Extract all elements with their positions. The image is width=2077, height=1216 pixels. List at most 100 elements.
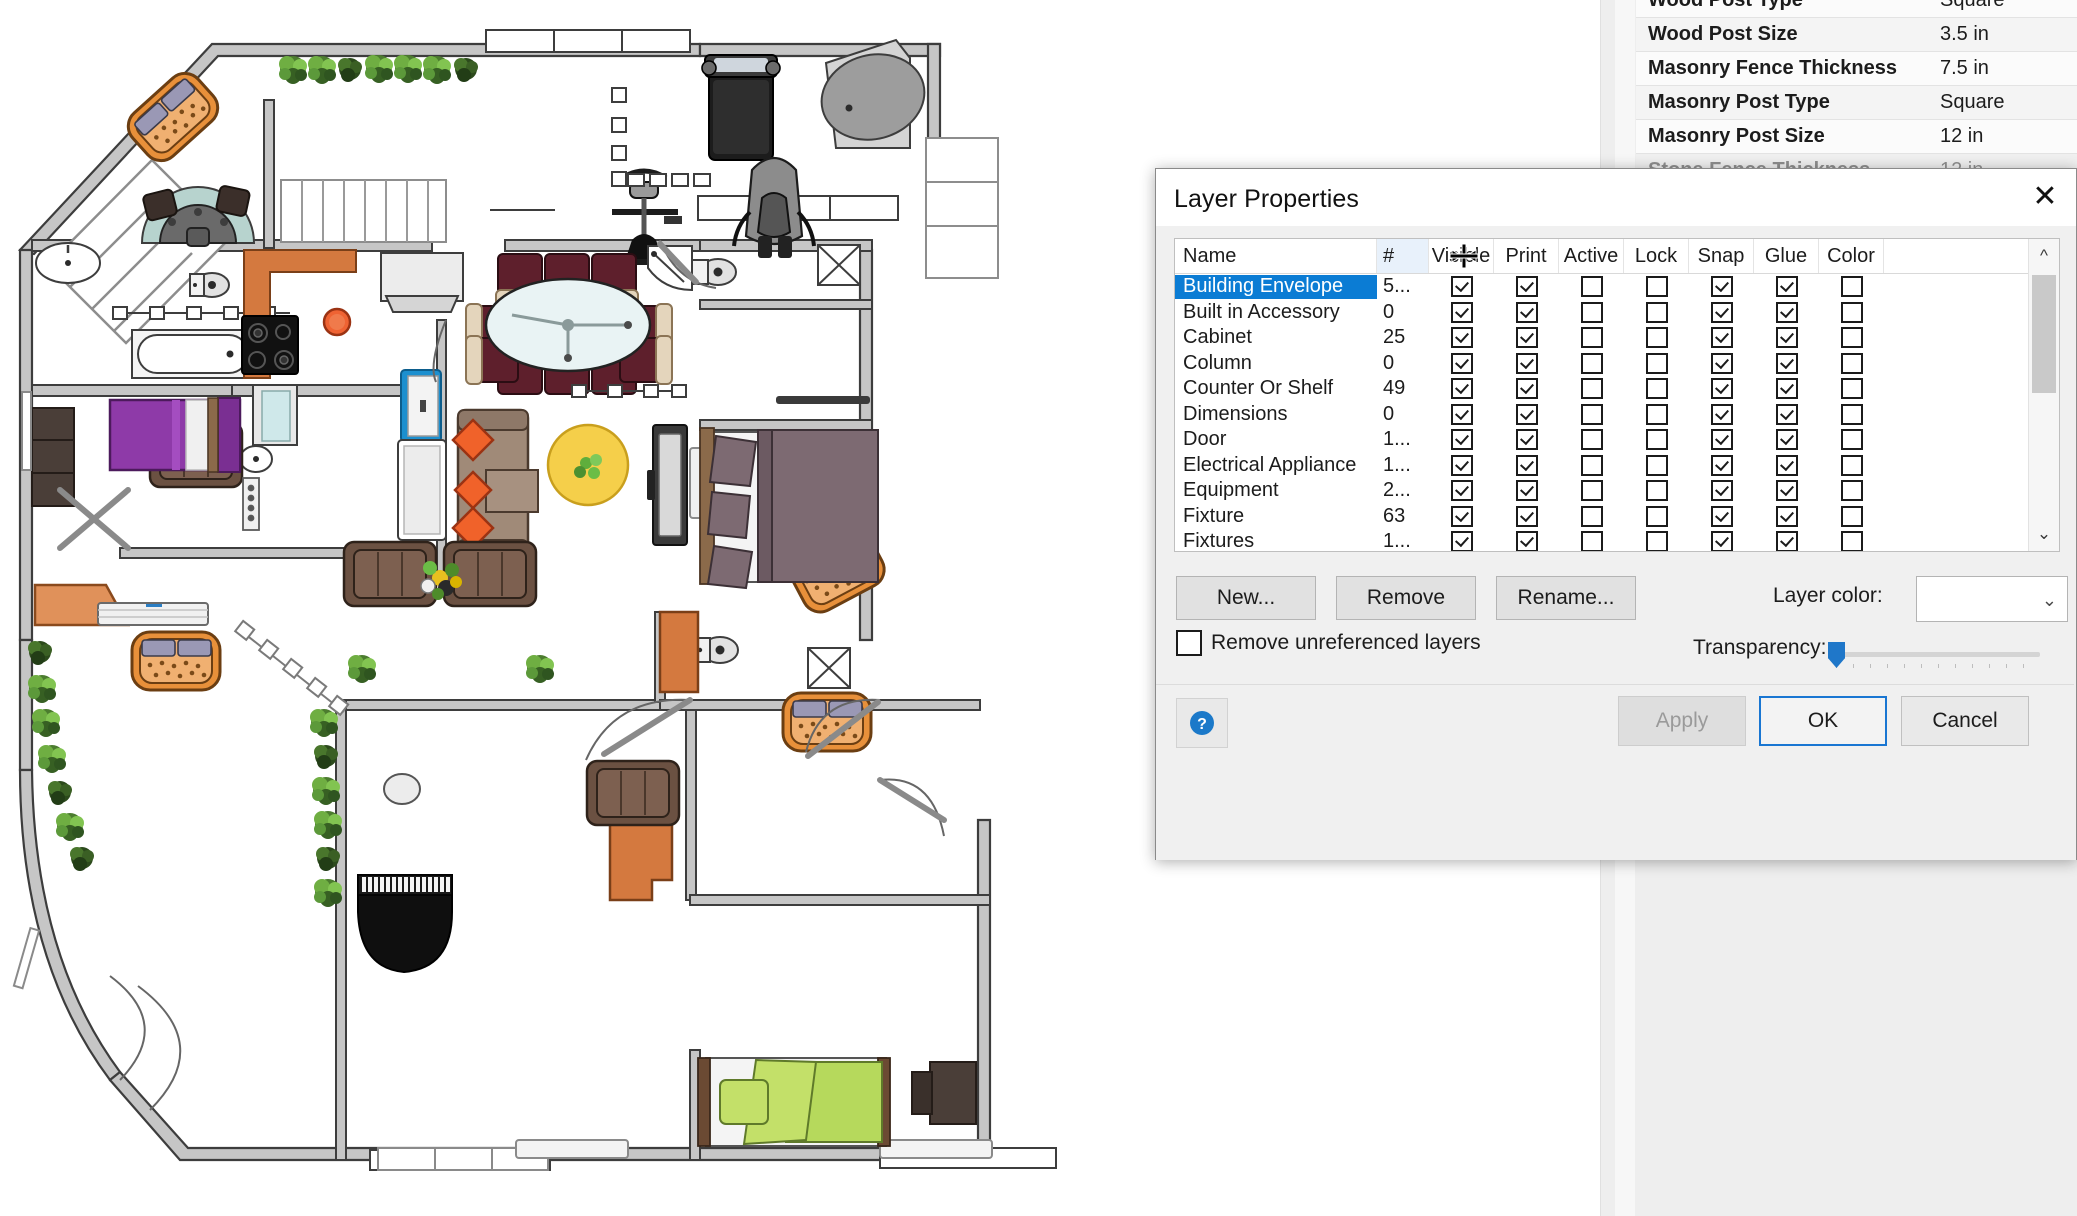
layer-color-cell[interactable] (1819, 531, 1884, 551)
ok-button[interactable]: OK (1759, 696, 1887, 746)
checkbox-snap[interactable] (1710, 429, 1733, 451)
checkbox-glue[interactable] (1775, 301, 1798, 323)
chevron-down-icon[interactable]: ⌄ (2029, 517, 2059, 551)
checkbox-color[interactable] (1840, 378, 1863, 400)
layer-lock-cell[interactable] (1624, 378, 1689, 400)
checkbox-active[interactable] (1580, 505, 1603, 527)
checkbox-snap[interactable] (1710, 531, 1733, 551)
checkbox-visible[interactable] (1450, 429, 1473, 451)
layer-visible-cell[interactable] (1429, 403, 1494, 425)
layer-color-cell[interactable] (1819, 454, 1884, 476)
layer-visible-cell[interactable] (1429, 301, 1494, 323)
help-icon[interactable]: ? (1176, 698, 1228, 748)
checkbox-lock[interactable] (1645, 276, 1668, 298)
layer-lock-cell[interactable] (1624, 531, 1689, 551)
layer-lock-cell[interactable] (1624, 454, 1689, 476)
layer-print-cell[interactable] (1494, 327, 1559, 349)
checkbox-color[interactable] (1840, 301, 1863, 323)
table-row[interactable]: Fixture 63 (1175, 504, 2059, 530)
transparency-slider[interactable] (1828, 642, 2040, 670)
column-header-snap[interactable]: Snap (1689, 239, 1754, 273)
checkbox-print[interactable] (1515, 505, 1538, 527)
checkbox-active[interactable] (1580, 352, 1603, 374)
layer-print-cell[interactable] (1494, 505, 1559, 527)
checkbox-lock[interactable] (1645, 301, 1668, 323)
table-row[interactable]: Counter Or Shelf 49 (1175, 376, 2059, 402)
layer-active-cell[interactable] (1559, 480, 1624, 502)
checkbox-active[interactable] (1580, 429, 1603, 451)
checkbox-snap[interactable] (1710, 301, 1733, 323)
cancel-button[interactable]: Cancel (1901, 696, 2029, 746)
checkbox-snap[interactable] (1710, 276, 1733, 298)
column-header-color[interactable]: Color (1819, 239, 1884, 273)
checkbox-glue[interactable] (1775, 531, 1798, 551)
layer-lock-cell[interactable] (1624, 301, 1689, 323)
layer-glue-cell[interactable] (1754, 276, 1819, 298)
layer-visible-cell[interactable] (1429, 454, 1494, 476)
checkbox-active[interactable] (1580, 327, 1603, 349)
checkbox-glue[interactable] (1775, 378, 1798, 400)
checkbox-active[interactable] (1580, 301, 1603, 323)
layer-visible-cell[interactable] (1429, 276, 1494, 298)
table-row[interactable]: Wood Post Size 3.5 in (1636, 18, 2077, 52)
layer-visible-cell[interactable] (1429, 352, 1494, 374)
column-header-name[interactable]: Name (1175, 239, 1377, 273)
checkbox-glue[interactable] (1775, 276, 1798, 298)
table-row[interactable]: Masonry Post Type Square (1636, 86, 2077, 120)
checkbox-visible[interactable] (1450, 352, 1473, 374)
layer-lock-cell[interactable] (1624, 352, 1689, 374)
column-header-visible[interactable]: Visible (1429, 239, 1494, 273)
layer-active-cell[interactable] (1559, 454, 1624, 476)
checkbox-glue[interactable] (1775, 352, 1798, 374)
checkbox-snap[interactable] (1710, 327, 1733, 349)
layer-visible-cell[interactable] (1429, 378, 1494, 400)
checkbox-color[interactable] (1840, 276, 1863, 298)
layer-color-cell[interactable] (1819, 301, 1884, 323)
checkbox-print[interactable] (1515, 531, 1538, 551)
chevron-up-icon[interactable]: ^ (2029, 239, 2059, 273)
layer-glue-cell[interactable] (1754, 531, 1819, 551)
layer-visible-cell[interactable] (1429, 429, 1494, 451)
layer-glue-cell[interactable] (1754, 301, 1819, 323)
remove-unreferenced-layers-checkbox[interactable]: Remove unreferenced layers (1176, 630, 1481, 656)
layer-active-cell[interactable] (1559, 301, 1624, 323)
layer-color-cell[interactable] (1819, 480, 1884, 502)
checkbox-active[interactable] (1580, 378, 1603, 400)
layer-snap-cell[interactable] (1689, 454, 1754, 476)
layer-rows[interactable]: Building Envelope 5... Built in Accessory 0… (1175, 274, 2059, 551)
table-row[interactable]: Masonry Post Size 12 in (1636, 120, 2077, 154)
layer-print-cell[interactable] (1494, 429, 1559, 451)
layer-print-cell[interactable] (1494, 403, 1559, 425)
layer-print-cell[interactable] (1494, 276, 1559, 298)
layer-snap-cell[interactable] (1689, 352, 1754, 374)
checkbox-color[interactable] (1840, 429, 1863, 451)
layer-lock-cell[interactable] (1624, 403, 1689, 425)
checkbox-print[interactable] (1515, 378, 1538, 400)
checkbox-visible[interactable] (1450, 480, 1473, 502)
checkbox-visible[interactable] (1450, 454, 1473, 476)
checkbox-glue[interactable] (1775, 403, 1798, 425)
column-header-active[interactable]: Active (1559, 239, 1624, 273)
checkbox-print[interactable] (1515, 403, 1538, 425)
checkbox-color[interactable] (1840, 531, 1863, 551)
table-row[interactable]: Column 0 (1175, 351, 2059, 377)
checkbox-print[interactable] (1515, 429, 1538, 451)
table-row[interactable]: Dimensions 0 (1175, 402, 2059, 428)
checkbox-print[interactable] (1515, 327, 1538, 349)
checkbox-visible[interactable] (1450, 505, 1473, 527)
column-header-count[interactable]: # (1377, 239, 1429, 273)
layer-print-cell[interactable] (1494, 480, 1559, 502)
layer-color-dropdown[interactable]: ⌄ (1916, 576, 2068, 622)
column-header-lock[interactable]: Lock (1624, 239, 1689, 273)
layer-snap-cell[interactable] (1689, 403, 1754, 425)
layer-print-cell[interactable] (1494, 352, 1559, 374)
layer-visible-cell[interactable] (1429, 531, 1494, 551)
close-icon[interactable]: ✕ (2014, 169, 2076, 225)
checkbox-print[interactable] (1515, 480, 1538, 502)
column-header-print[interactable]: Print (1494, 239, 1559, 273)
layer-active-cell[interactable] (1559, 429, 1624, 451)
checkbox-active[interactable] (1580, 480, 1603, 502)
checkbox-lock[interactable] (1645, 352, 1668, 374)
layer-color-cell[interactable] (1819, 327, 1884, 349)
layer-active-cell[interactable] (1559, 403, 1624, 425)
